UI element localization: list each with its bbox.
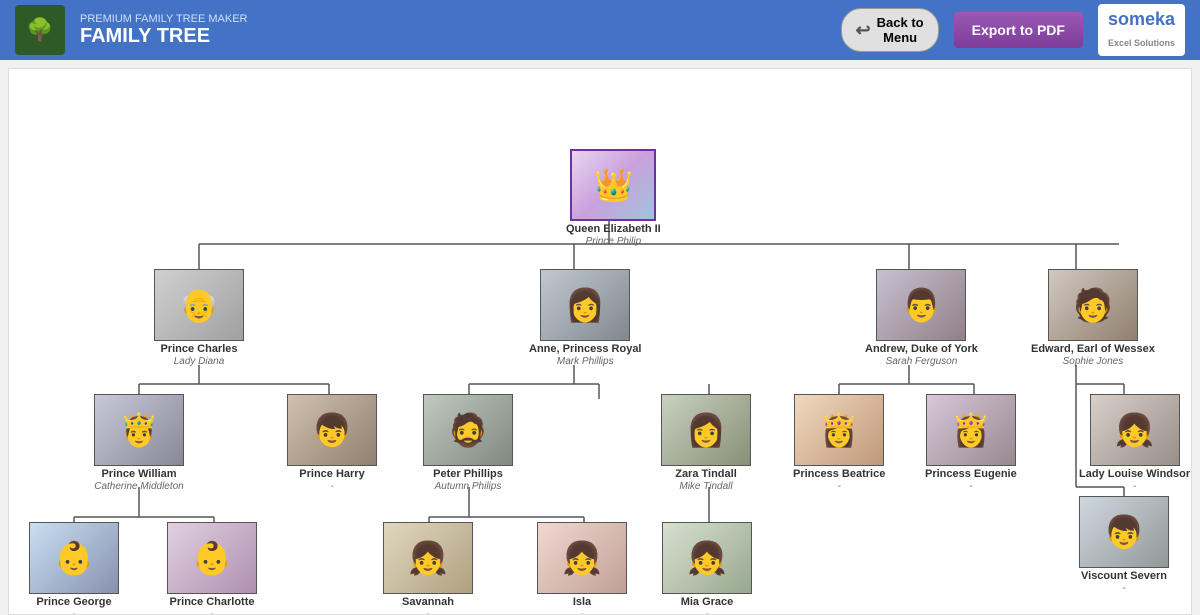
person-william: 🤴 Prince William Catherine Middleton <box>94 394 184 493</box>
beatrice-spouse: - <box>838 481 841 493</box>
app-logo: 🌳 <box>15 5 65 55</box>
person-eugenie: 👸 Princess Eugenie - <box>925 394 1017 493</box>
isla-spouse: - <box>580 609 583 615</box>
person-charlotte: 👶 Prince Charlotte - <box>167 522 257 615</box>
isla-name: Isla <box>573 596 591 609</box>
andrew-name: Andrew, Duke of York <box>865 343 978 356</box>
person-anne: 👩 Anne, Princess Royal Mark Phillips <box>529 269 642 368</box>
person-viscount: 👦 Viscount Severn - <box>1079 496 1169 595</box>
person-beatrice: 👸 Princess Beatrice - <box>793 394 885 493</box>
savannah-name: Savannah <box>402 596 454 609</box>
person-isla: 👧 Isla - <box>537 522 627 615</box>
charles-name: Prince Charles <box>160 343 237 356</box>
charles-spouse: Lady Diana <box>174 356 225 368</box>
louise-name: Lady Louise Windsor <box>1079 468 1190 481</box>
george-name: Prince George <box>36 596 111 609</box>
person-edward: 🧑 Edward, Earl of Wessex Sophie Jones <box>1031 269 1155 368</box>
person-andrew: 👨 Andrew, Duke of York Sarah Ferguson <box>865 269 978 368</box>
person-peter: 🧔 Peter Phillips Autumn Philips <box>423 394 513 493</box>
louise-spouse: - <box>1133 481 1136 493</box>
queen-name: Queen Elizabeth II <box>566 223 661 236</box>
zara-spouse: Mike Tindall <box>679 481 732 493</box>
person-harry: 👦 Prince Harry - <box>287 394 377 493</box>
zara-name: Zara Tindall <box>675 468 737 481</box>
beatrice-name: Princess Beatrice <box>793 468 885 481</box>
back-label: Back toMenu <box>877 15 924 45</box>
william-name: Prince William <box>101 468 176 481</box>
eugenie-spouse: - <box>969 481 972 493</box>
charlotte-name: Prince Charlotte <box>170 596 255 609</box>
person-mia: 👧 Mia Grace - <box>662 522 752 615</box>
andrew-spouse: Sarah Ferguson <box>886 356 958 368</box>
anne-spouse: Mark Phillips <box>557 356 614 368</box>
harry-name: Prince Harry <box>299 468 364 481</box>
george-spouse: - <box>72 609 75 615</box>
person-george: 👶 Prince George - <box>29 522 119 615</box>
harry-spouse: - <box>330 481 333 493</box>
header: 🌳 PREMIUM FAMILY TREE MAKER FAMILY TREE … <box>0 0 1200 60</box>
brand-name: somekaExcel Solutions <box>1108 9 1175 50</box>
app-title: FAMILY TREE <box>80 25 247 48</box>
peter-spouse: Autumn Philips <box>435 481 502 493</box>
viscount-spouse: - <box>1122 583 1125 595</box>
mia-name: Mia Grace <box>681 596 734 609</box>
brand-logo: somekaExcel Solutions <box>1098 4 1185 56</box>
export-pdf-button[interactable]: Export to PDF <box>954 12 1083 48</box>
tree-area: 👑 Queen Elizabeth II Prince Philip 👴 Pri… <box>8 68 1192 615</box>
charlotte-spouse: - <box>210 609 213 615</box>
person-zara: 👩 Zara Tindall Mike Tindall <box>661 394 751 493</box>
anne-name: Anne, Princess Royal <box>529 343 642 356</box>
william-spouse: Catherine Middleton <box>94 481 184 493</box>
eugenie-name: Princess Eugenie <box>925 468 1017 481</box>
person-queen-elizabeth: 👑 Queen Elizabeth II Prince Philip <box>566 149 661 248</box>
queen-spouse: Prince Philip <box>586 236 642 248</box>
person-savannah: 👧 Savannah - <box>383 522 473 615</box>
savannah-spouse: - <box>426 609 429 615</box>
person-louise: 👧 Lady Louise Windsor - <box>1079 394 1190 493</box>
mia-spouse: - <box>705 609 708 615</box>
export-label: Export to PDF <box>972 22 1065 38</box>
viscount-name: Viscount Severn <box>1081 570 1167 583</box>
edward-spouse: Sophie Jones <box>1063 356 1124 368</box>
app-subtitle: PREMIUM FAMILY TREE MAKER <box>80 13 247 25</box>
back-to-menu-button[interactable]: ↩ Back toMenu <box>841 8 939 52</box>
peter-name: Peter Phillips <box>433 468 503 481</box>
edward-name: Edward, Earl of Wessex <box>1031 343 1155 356</box>
back-arrow-icon: ↩ <box>856 20 871 41</box>
person-prince-charles: 👴 Prince Charles Lady Diana <box>154 269 244 368</box>
